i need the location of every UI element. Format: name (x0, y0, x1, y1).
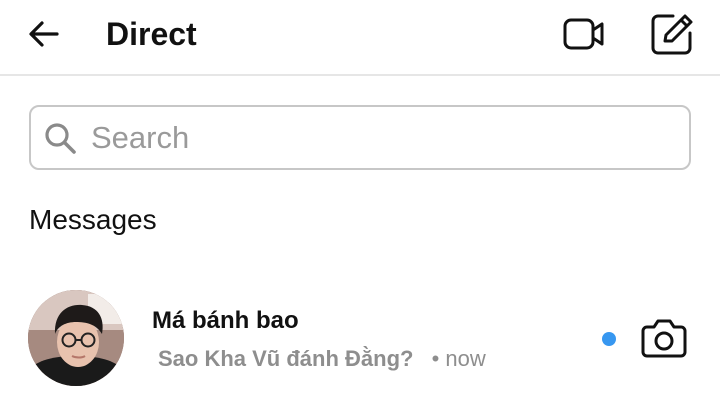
arrow-left-icon (29, 21, 59, 47)
camera-icon (641, 319, 687, 358)
messages-section-title: Messages (29, 204, 157, 235)
video-call-button[interactable] (560, 12, 608, 56)
avatar[interactable] (28, 290, 124, 386)
search-input[interactable] (91, 115, 671, 161)
avatar-image (28, 290, 124, 386)
last-message: Sao Kha Vũ đánh Đằng? (158, 346, 414, 371)
new-message-icon (651, 14, 693, 55)
message-time: • now (431, 346, 486, 371)
compose-message-button[interactable] (648, 10, 696, 58)
back-button[interactable] (24, 14, 64, 54)
thread-name: Má bánh bao (152, 307, 299, 334)
unread-indicator (602, 332, 616, 346)
video-camera-icon (563, 18, 604, 50)
search-icon (45, 123, 76, 154)
thread-preview: Sao Kha Vũ đánh Đằng? • now (158, 342, 486, 376)
page-title: Direct (106, 16, 197, 52)
camera-button[interactable] (638, 314, 690, 362)
message-thread[interactable]: Má bánh bao Sao Kha Vũ đánh Đằng? • now (0, 280, 720, 392)
search-box[interactable] (29, 105, 691, 170)
top-bar: Direct (0, 0, 720, 76)
